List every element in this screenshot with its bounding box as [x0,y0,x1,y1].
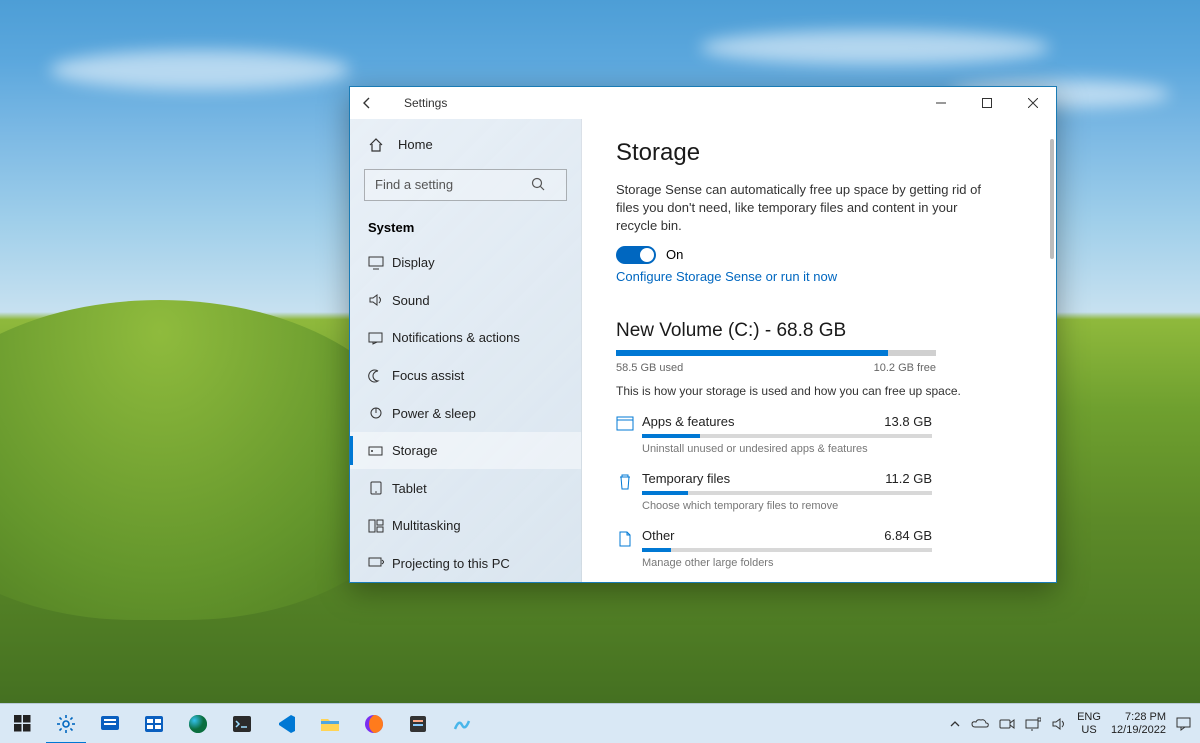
sidebar: Home System Display Sound Notifications … [350,119,582,582]
sidebar-item-label: Notifications & actions [392,330,520,345]
sidebar-item-label: Tablet [392,481,427,496]
sidebar-item-label: Storage [392,443,438,458]
category-size: 6.84 GB [884,528,932,543]
taskbar-terminal[interactable] [220,704,264,743]
multitask-icon [368,519,392,533]
category-size: 11.2 GB [885,471,932,486]
sidebar-item-projecting[interactable]: Projecting to this PC [350,544,581,582]
category-sub: Uninstall unused or undesired apps & fea… [642,443,1022,455]
taskbar-app-2[interactable] [132,704,176,743]
taskbar: ENGUS 7:28 PM12/19/2022 [0,703,1200,743]
sidebar-item-tablet[interactable]: Tablet [350,469,581,507]
storage-icon [368,444,392,458]
home-icon [368,137,392,153]
tray-network-icon[interactable] [1025,717,1041,731]
sidebar-home[interactable]: Home [350,125,581,165]
sound-icon [368,293,392,307]
storage-sense-toggle[interactable] [616,246,656,264]
volume-usage-bar [616,350,936,356]
sidebar-item-label: Sound [392,293,430,308]
category-name: Other [642,528,675,543]
minimize-button[interactable] [918,87,964,119]
power-icon [368,406,392,420]
category-sub: Choose which temporary files to remove [642,500,1022,512]
system-tray: ENGUS 7:28 PM12/19/2022 [941,711,1200,736]
sidebar-item-label: Power & sleep [392,406,476,421]
tray-language[interactable]: ENGUS [1077,711,1101,736]
sidebar-item-multitasking[interactable]: Multitasking [350,507,581,545]
taskbar-vscode[interactable] [264,704,308,743]
usage-hint: This is how your storage is used and how… [616,384,1022,398]
sidebar-item-display[interactable]: Display [350,244,581,282]
category-name: Apps & features [642,414,735,429]
tray-chevron-up-icon[interactable] [949,718,961,730]
settings-window: Settings Home System [349,86,1057,583]
taskbar-firefox[interactable] [352,704,396,743]
taskbar-app-1[interactable] [88,704,132,743]
volume-title: New Volume (C:) - 68.8 GB [616,320,1022,342]
tray-onedrive-icon[interactable] [971,718,989,730]
maximize-button[interactable] [964,87,1010,119]
sidebar-item-storage[interactable]: Storage [350,432,581,470]
category-bar [642,491,932,495]
tray-action-center-icon[interactable] [1176,717,1192,731]
category-apps-features[interactable]: Apps & features 13.8 GB Uninstall unused … [616,414,1022,455]
sidebar-item-label: Multitasking [392,518,461,533]
category-bar [642,434,932,438]
taskbar-settings[interactable] [44,704,88,743]
start-button[interactable] [0,704,44,743]
sidebar-home-label: Home [398,137,433,152]
sidebar-header: System [350,211,581,245]
moon-icon [368,369,392,383]
content-pane: Storage Storage Sense can automatically … [582,119,1056,582]
sidebar-item-focus-assist[interactable]: Focus assist [350,357,581,395]
apps-icon [616,414,642,455]
toggle-state-label: On [666,247,683,262]
window-title: Settings [404,96,447,110]
tray-meet-now-icon[interactable] [999,718,1015,730]
category-size: 13.8 GB [884,414,932,429]
tray-volume-icon[interactable] [1051,717,1067,731]
tablet-icon [368,481,392,495]
category-bar [642,548,932,552]
sidebar-item-label: Focus assist [392,368,464,383]
back-button[interactable] [360,96,388,110]
taskbar-edge[interactable] [176,704,220,743]
taskbar-app-4[interactable] [440,704,484,743]
category-name: Temporary files [642,471,730,486]
sidebar-item-label: Display [392,255,435,270]
titlebar: Settings [350,87,1056,119]
free-label: 10.2 GB free [874,362,936,374]
configure-storage-sense-link[interactable]: Configure Storage Sense or run it now [616,269,837,284]
category-sub: Manage other large folders [642,557,1022,569]
scrollbar-thumb[interactable] [1050,139,1054,259]
project-icon [368,556,392,570]
taskbar-explorer[interactable] [308,704,352,743]
sidebar-item-sound[interactable]: Sound [350,282,581,320]
taskbar-app-3[interactable] [396,704,440,743]
trash-icon [616,471,642,512]
sidebar-item-power-sleep[interactable]: Power & sleep [350,394,581,432]
file-icon [616,528,642,569]
page-heading: Storage [616,139,1022,167]
category-other[interactable]: Other 6.84 GB Manage other large folders [616,528,1022,569]
sidebar-item-label: Projecting to this PC [392,556,510,571]
storage-sense-description: Storage Sense can automatically free up … [616,181,996,236]
notification-icon [368,331,392,345]
used-label: 58.5 GB used [616,362,683,374]
category-temporary-files[interactable]: Temporary files 11.2 GB Choose which temp… [616,471,1022,512]
close-button[interactable] [1010,87,1056,119]
display-icon [368,256,392,270]
tray-clock[interactable]: 7:28 PM12/19/2022 [1111,711,1166,736]
sidebar-item-notifications[interactable]: Notifications & actions [350,319,581,357]
